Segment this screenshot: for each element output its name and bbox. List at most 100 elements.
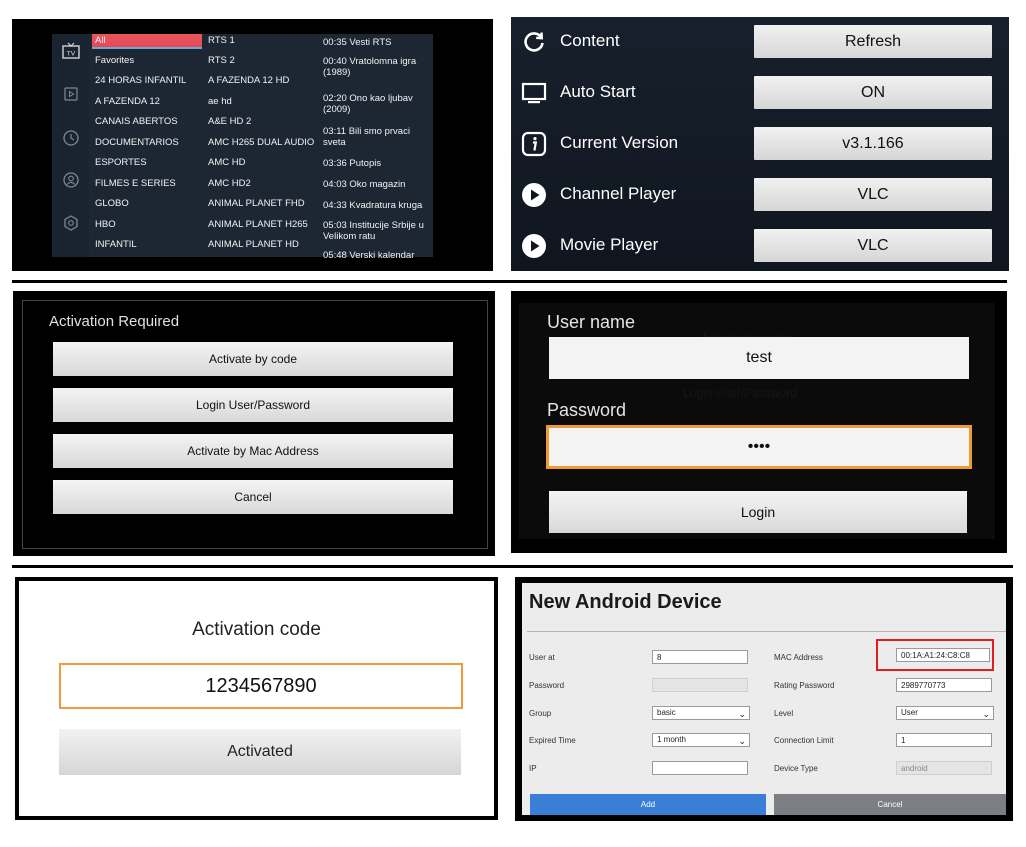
category-item[interactable]: Favorites: [95, 55, 134, 66]
channel-item[interactable]: ANIMAL PLANET FHD: [208, 198, 305, 209]
group-select[interactable]: basic ⌄: [652, 706, 750, 720]
version-button[interactable]: v3.1.166: [754, 127, 992, 160]
content-refresh-button[interactable]: Refresh: [754, 25, 992, 58]
channel-browser: TV All Favorites 24 HORAS INFANTIL A FAZ…: [52, 34, 433, 261]
epg-item[interactable]: 02:20 Ono kao ljubav (2009): [323, 93, 433, 115]
settings-label: Channel Player: [560, 184, 677, 203]
channel-list-panel: TV All Favorites 24 HORAS INFANTIL A FAZ…: [12, 19, 493, 271]
chevron-down-icon: ⌄: [738, 709, 746, 719]
category-item[interactable]: DOCUMENTARIOS: [95, 137, 179, 148]
activated-button[interactable]: Activated: [59, 729, 461, 775]
settings-label: Content: [560, 31, 620, 50]
group-label: Group: [529, 709, 552, 718]
separator-middle: [12, 565, 1013, 568]
category-item[interactable]: CANAIS ABERTOS: [95, 116, 178, 127]
connection-limit-label: Connection Limit: [774, 736, 834, 745]
activate-by-mac-button[interactable]: Activate by Mac Address: [53, 434, 453, 468]
password-label: Password: [529, 681, 565, 690]
activation-code-title: Activation code: [192, 619, 321, 640]
user-at-input[interactable]: 8: [652, 650, 748, 664]
channel-item[interactable]: A&E HD 2: [208, 116, 251, 127]
chevron-down-icon: ⌄: [738, 736, 746, 746]
channel-item[interactable]: RTS 1: [208, 35, 235, 46]
category-item[interactable]: FILMES E SERIES: [95, 178, 176, 189]
category-item[interactable]: HBO: [95, 219, 116, 230]
login-button[interactable]: Login: [549, 491, 967, 533]
settings-row-auto-start: Auto Start ON: [511, 73, 1009, 113]
tv-icon[interactable]: TV: [60, 40, 82, 62]
rating-password-label: Rating Password: [774, 681, 835, 690]
cancel-button[interactable]: Cancel: [53, 480, 453, 514]
epg-item[interactable]: 05:48 Verski kalendar: [323, 250, 433, 261]
add-button[interactable]: Add: [530, 794, 766, 815]
cancel-button[interactable]: Cancel: [774, 794, 1006, 815]
epg-item[interactable]: 04:03 Oko magazin: [323, 179, 433, 190]
play-icon[interactable]: [60, 83, 82, 105]
activate-by-code-button[interactable]: Activate by code: [53, 342, 453, 376]
form-title: New Android Device: [529, 591, 722, 613]
clock-icon[interactable]: [60, 127, 82, 149]
category-item[interactable]: ESPORTES: [95, 157, 147, 168]
settings-row-version: Current Version v3.1.166: [511, 124, 1009, 164]
login-user-password-button[interactable]: Login User/Password: [53, 388, 453, 422]
expired-time-select[interactable]: 1 month ⌄: [652, 733, 750, 747]
user-at-label: User at: [529, 653, 555, 662]
movie-player-button[interactable]: VLC: [754, 229, 992, 262]
category-item[interactable]: All: [95, 35, 106, 46]
channel-column: RTS 1 RTS 2 A FAZENDA 12 HD ae hd A&E HD…: [205, 34, 320, 257]
channel-item[interactable]: RTS 2: [208, 55, 235, 66]
category-item[interactable]: INFANTIL: [95, 239, 137, 250]
epg-item[interactable]: 03:11 Bili smo prvaci sveta: [323, 126, 433, 148]
ip-input[interactable]: [652, 761, 748, 775]
activation-required-dialog: Activation Required Activate by code Log…: [13, 291, 495, 556]
settings-row-channel-player: Channel Player VLC: [511, 175, 1009, 215]
chevron-down-icon: ⌄: [982, 709, 990, 719]
level-select[interactable]: User ⌄: [896, 706, 994, 720]
epg-item[interactable]: 05:03 Institucije Srbije u Velikom ratu: [323, 220, 433, 242]
connection-limit-input[interactable]: 1: [896, 733, 992, 747]
group-value: basic: [657, 708, 676, 717]
password-input[interactable]: ••••: [546, 425, 972, 469]
new-device-panel: New Android Device User at 8 Password Gr…: [515, 577, 1013, 821]
category-item[interactable]: 24 HORAS INFANTIL: [95, 75, 186, 86]
auto-start-toggle-button[interactable]: ON: [754, 76, 992, 109]
epg-item[interactable]: 00:35 Vesti RTS: [323, 37, 433, 48]
channel-item[interactable]: AMC HD2: [208, 178, 251, 189]
username-input[interactable]: test: [549, 337, 969, 379]
tv-icon-label: TV: [66, 50, 76, 58]
device-type-input: android: [896, 761, 992, 775]
activation-code-input[interactable]: 1234567890: [59, 663, 463, 709]
activation-card: Activation code 1234567890 Activated: [19, 581, 494, 816]
epg-item[interactable]: 00:40 Vratolomna igra (1989): [323, 56, 433, 78]
epg-item[interactable]: 03:36 Putopis: [323, 158, 433, 169]
epg-item[interactable]: 04:33 Kvadratura kruga: [323, 200, 433, 211]
settings-hex-icon[interactable]: [60, 212, 82, 234]
rating-password-input[interactable]: 2989770773: [896, 678, 992, 692]
channel-item[interactable]: ANIMAL PLANET HD: [208, 239, 299, 250]
channel-item[interactable]: ANIMAL PLANET H265: [208, 219, 308, 230]
channel-item[interactable]: AMC H265 DUAL AUDIO: [208, 137, 314, 148]
category-item[interactable]: GLOBO: [95, 198, 129, 209]
channel-player-button[interactable]: VLC: [754, 178, 992, 211]
separator-top: [12, 280, 1007, 283]
activation-code-panel: Activation code 1234567890 Activated: [15, 577, 498, 820]
settings-row-movie-player: Movie Player VLC: [511, 226, 1009, 266]
refresh-icon: [524, 32, 544, 52]
monitor-icon: [521, 82, 547, 104]
mac-address-input[interactable]: 00:1A:A1:24:C8:C8: [896, 648, 990, 662]
password-label: Password: [547, 400, 627, 420]
play-circle-icon: [522, 183, 546, 207]
background-ghost-text: Login User/Password: [683, 386, 798, 400]
info-icon: [521, 131, 547, 157]
channel-item[interactable]: AMC HD: [208, 157, 245, 168]
channel-item[interactable]: A FAZENDA 12 HD: [208, 75, 289, 86]
settings-panel: Content Refresh Auto Start ON Current Ve…: [511, 17, 1009, 271]
expired-time-label: Expired Time: [529, 736, 576, 745]
user-icon[interactable]: [60, 169, 82, 191]
channel-item[interactable]: ae hd: [208, 96, 232, 107]
level-label: Level: [774, 709, 794, 718]
settings-row-content: Content Refresh: [511, 22, 1009, 62]
category-item[interactable]: A FAZENDA 12: [95, 96, 160, 107]
username-label: User name: [547, 312, 636, 332]
ip-label: IP: [529, 764, 537, 773]
